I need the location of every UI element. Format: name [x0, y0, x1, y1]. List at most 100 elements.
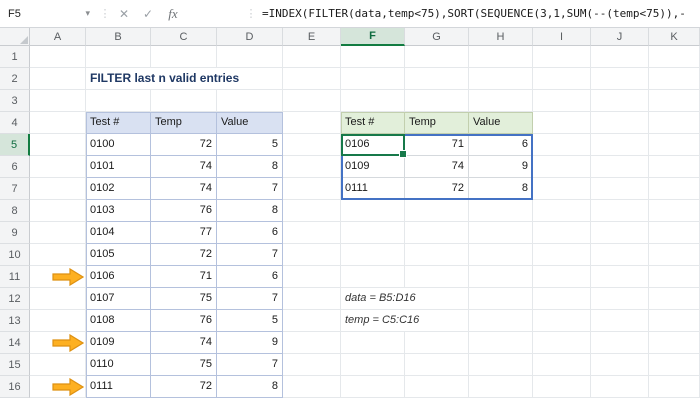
cell-H12[interactable] — [469, 288, 533, 310]
cell-I10[interactable] — [533, 244, 591, 266]
cell-D9[interactable]: 6 — [217, 222, 283, 244]
cell-E5[interactable] — [283, 134, 341, 156]
cell-D10[interactable]: 7 — [217, 244, 283, 266]
cell-C14[interactable]: 74 — [151, 332, 217, 354]
cell-F14[interactable] — [341, 332, 405, 354]
cell-F1[interactable] — [341, 46, 405, 68]
cell-A11[interactable] — [30, 266, 86, 288]
cell-A1[interactable] — [30, 46, 86, 68]
cell-D4[interactable]: Value — [217, 112, 283, 134]
cell-J9[interactable] — [591, 222, 649, 244]
row-header-4[interactable]: 4 — [0, 112, 30, 134]
cell-F6[interactable]: 0109 — [341, 156, 405, 178]
row-header-10[interactable]: 10 — [0, 244, 30, 266]
cell-H10[interactable] — [469, 244, 533, 266]
cell-K6[interactable] — [649, 156, 700, 178]
cell-B14[interactable]: 0109 — [86, 332, 151, 354]
cell-B2[interactable] — [86, 68, 151, 90]
cell-D15[interactable]: 7 — [217, 354, 283, 376]
cell-D7[interactable]: 7 — [217, 178, 283, 200]
cell-A5[interactable] — [30, 134, 86, 156]
cell-F7[interactable]: 0111 — [341, 178, 405, 200]
cell-B4[interactable]: Test # — [86, 112, 151, 134]
row-header-8[interactable]: 8 — [0, 200, 30, 222]
row-header-14[interactable]: 14 — [0, 332, 30, 354]
cell-C11[interactable]: 71 — [151, 266, 217, 288]
cell-H11[interactable] — [469, 266, 533, 288]
cell-F8[interactable] — [341, 200, 405, 222]
cell-H7[interactable]: 8 — [469, 178, 533, 200]
enter-icon[interactable]: ✓ — [136, 0, 160, 27]
cell-I8[interactable] — [533, 200, 591, 222]
cell-B16[interactable]: 0111 — [86, 376, 151, 398]
cell-J11[interactable] — [591, 266, 649, 288]
cell-I14[interactable] — [533, 332, 591, 354]
cell-J1[interactable] — [591, 46, 649, 68]
cell-B11[interactable]: 0106 — [86, 266, 151, 288]
chevron-down-icon[interactable]: ▾ — [85, 8, 90, 19]
cell-C13[interactable]: 76 — [151, 310, 217, 332]
cell-J16[interactable] — [591, 376, 649, 398]
cell-B3[interactable] — [86, 90, 151, 112]
cell-K9[interactable] — [649, 222, 700, 244]
cell-G3[interactable] — [405, 90, 469, 112]
cell-H9[interactable] — [469, 222, 533, 244]
cell-G4[interactable]: Temp — [405, 112, 469, 134]
cell-K12[interactable] — [649, 288, 700, 310]
cell-A14[interactable] — [30, 332, 86, 354]
row-header-11[interactable]: 11 — [0, 266, 30, 288]
column-header-B[interactable]: B — [86, 28, 151, 46]
cell-K7[interactable] — [649, 178, 700, 200]
cell-F3[interactable] — [341, 90, 405, 112]
cell-F4[interactable]: Test # — [341, 112, 405, 134]
row-header-16[interactable]: 16 — [0, 376, 30, 398]
cell-D2[interactable] — [217, 68, 283, 90]
cell-K16[interactable] — [649, 376, 700, 398]
cell-G13[interactable] — [405, 310, 469, 332]
column-header-K[interactable]: K — [649, 28, 700, 46]
cancel-icon[interactable]: ✕ — [112, 0, 136, 27]
column-header-D[interactable]: D — [217, 28, 283, 46]
cell-D6[interactable]: 8 — [217, 156, 283, 178]
cell-I3[interactable] — [533, 90, 591, 112]
cell-D5[interactable]: 5 — [217, 134, 283, 156]
cell-G16[interactable] — [405, 376, 469, 398]
cell-G2[interactable] — [405, 68, 469, 90]
name-box[interactable]: F5 ▾ — [0, 0, 98, 27]
cell-I5[interactable] — [533, 134, 591, 156]
row-header-5[interactable]: 5 — [0, 134, 30, 156]
cell-A10[interactable] — [30, 244, 86, 266]
cell-C8[interactable]: 76 — [151, 200, 217, 222]
cell-K15[interactable] — [649, 354, 700, 376]
cell-I7[interactable] — [533, 178, 591, 200]
cell-J3[interactable] — [591, 90, 649, 112]
cell-A2[interactable] — [30, 68, 86, 90]
cell-D1[interactable] — [217, 46, 283, 68]
cell-I1[interactable] — [533, 46, 591, 68]
cell-G14[interactable] — [405, 332, 469, 354]
cell-G8[interactable] — [405, 200, 469, 222]
column-header-A[interactable]: A — [30, 28, 86, 46]
cell-J5[interactable] — [591, 134, 649, 156]
cell-A4[interactable] — [30, 112, 86, 134]
row-header-15[interactable]: 15 — [0, 354, 30, 376]
column-header-J[interactable]: J — [591, 28, 649, 46]
cell-I15[interactable] — [533, 354, 591, 376]
cell-D8[interactable]: 8 — [217, 200, 283, 222]
cell-C15[interactable]: 75 — [151, 354, 217, 376]
cell-K2[interactable] — [649, 68, 700, 90]
cell-C4[interactable]: Temp — [151, 112, 217, 134]
cell-H16[interactable] — [469, 376, 533, 398]
cell-C9[interactable]: 77 — [151, 222, 217, 244]
cell-G6[interactable]: 74 — [405, 156, 469, 178]
row-header-13[interactable]: 13 — [0, 310, 30, 332]
cell-A6[interactable] — [30, 156, 86, 178]
cell-E2[interactable] — [283, 68, 341, 90]
cell-E9[interactable] — [283, 222, 341, 244]
row-header-1[interactable]: 1 — [0, 46, 30, 68]
cell-H5[interactable]: 6 — [469, 134, 533, 156]
cell-D16[interactable]: 8 — [217, 376, 283, 398]
cell-B10[interactable]: 0105 — [86, 244, 151, 266]
cell-D11[interactable]: 6 — [217, 266, 283, 288]
cell-K11[interactable] — [649, 266, 700, 288]
